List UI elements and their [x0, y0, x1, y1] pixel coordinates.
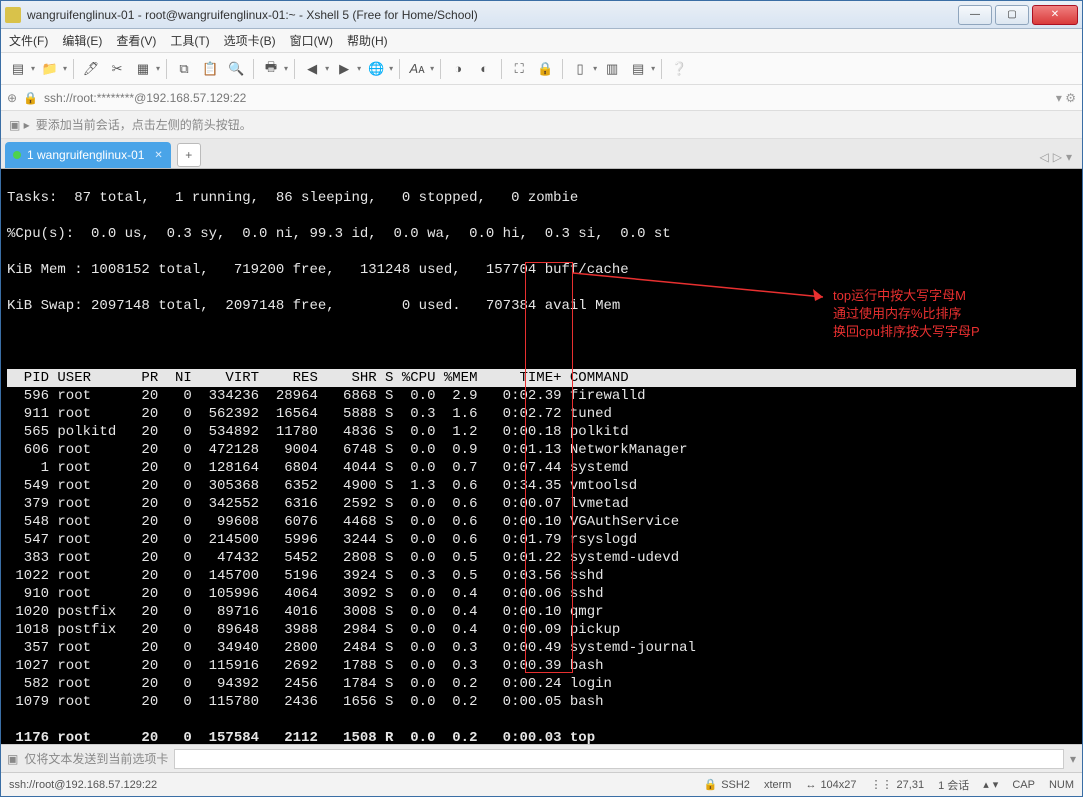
- process-row: 911 root 20 0 562392 16564 5888 S 0.3 1.…: [7, 405, 1076, 423]
- disconnect-button[interactable]: ✂: [106, 58, 128, 80]
- menu-view[interactable]: 查看(V): [116, 32, 156, 49]
- hint-text: 要添加当前会话，点击左侧的箭头按钮。: [36, 116, 252, 133]
- tab-close-icon[interactable]: ✕: [154, 150, 162, 161]
- close-button[interactable]: ✕: [1032, 5, 1078, 25]
- address-bar: ⊕ 🔒 ssh://root:********@192.168.57.129:2…: [1, 85, 1082, 111]
- process-row: 1022 root 20 0 145700 5196 3924 S 0.3 0.…: [7, 567, 1076, 585]
- status-url: ssh://root@192.168.57.129:22: [9, 779, 157, 791]
- top-cpu-line: %Cpu(s): 0.0 us, 0.3 sy, 0.0 ni, 99.3 id…: [7, 225, 1076, 243]
- send-icon[interactable]: ▣: [7, 752, 18, 766]
- top-tasks-line: Tasks: 87 total, 1 running, 86 sleeping,…: [7, 189, 1076, 207]
- process-row: 1020 postfix 20 0 89716 4016 3008 S 0.0 …: [7, 603, 1076, 621]
- menu-tabs[interactable]: 选项卡(B): [224, 32, 276, 49]
- status-num: NUM: [1049, 779, 1074, 791]
- minimize-button[interactable]: —: [958, 5, 992, 25]
- process-row-bold: 1176 root 20 0 157584 2112 1508 R 0.0 0.…: [7, 729, 1076, 744]
- menu-tools[interactable]: 工具(T): [170, 32, 209, 49]
- add-tab-button[interactable]: +: [177, 143, 201, 167]
- tab-label: 1 wangruifenglinux-01: [27, 148, 144, 162]
- status-bar: ssh://root@192.168.57.129:22 🔒 SSH2 xterm…: [1, 772, 1082, 796]
- paste-button[interactable]: 📋: [199, 58, 221, 80]
- process-row: 910 root 20 0 105996 4064 3092 S 0.0 0.4…: [7, 585, 1076, 603]
- status-pos: 27,31: [897, 779, 925, 791]
- ssh-icon: 🔒: [703, 778, 717, 791]
- layout1-button[interactable]: ▯: [569, 58, 591, 80]
- globe-button[interactable]: 🌐: [365, 58, 387, 80]
- send-input[interactable]: [174, 749, 1064, 769]
- color1-button[interactable]: ◑: [447, 58, 469, 80]
- menu-help[interactable]: 帮助(H): [347, 32, 388, 49]
- process-row: 379 root 20 0 342552 6316 2592 S 0.0 0.6…: [7, 495, 1076, 513]
- properties-button[interactable]: ▦: [132, 58, 154, 80]
- process-row: 1018 postfix 20 0 89648 3988 2984 S 0.0 …: [7, 621, 1076, 639]
- hint-icon[interactable]: ▣ ▸: [9, 118, 30, 132]
- annotation-text: top运行中按大写字母M 通过使用内存%比排序 换回cpu排序按大写字母P: [833, 287, 980, 341]
- print-button[interactable]: 🖶: [260, 58, 282, 80]
- process-row: 383 root 20 0 47432 5452 2808 S 0.0 0.5 …: [7, 549, 1076, 567]
- lock-button[interactable]: 🔒: [534, 58, 556, 80]
- font-button[interactable]: Aᴀ: [406, 58, 428, 80]
- layout2-button[interactable]: ▥: [601, 58, 623, 80]
- process-row: 357 root 20 0 34940 2800 2484 S 0.0 0.3 …: [7, 639, 1076, 657]
- reconnect-button[interactable]: 🖊: [80, 58, 102, 80]
- sessions-down-icon[interactable]: ▾: [993, 778, 999, 791]
- pos-icon: ⋮⋮: [871, 778, 893, 791]
- process-row: 1 root 20 0 128164 6804 4044 S 0.0 0.7 0…: [7, 459, 1076, 477]
- sessions-up-icon[interactable]: ▴: [983, 778, 989, 791]
- process-row: 549 root 20 0 305368 6352 4900 S 1.3 0.6…: [7, 477, 1076, 495]
- process-row: 582 root 20 0 94392 2456 1784 S 0.0 0.2 …: [7, 675, 1076, 693]
- process-row: 596 root 20 0 334236 28964 6868 S 0.0 2.…: [7, 387, 1076, 405]
- fullscreen-button[interactable]: ⛶: [508, 58, 530, 80]
- addrbar-add-icon[interactable]: ⊕: [7, 91, 17, 105]
- session-tab[interactable]: 1 wangruifenglinux-01 ✕: [5, 142, 171, 168]
- menu-file[interactable]: 文件(F): [9, 32, 48, 49]
- app-icon: [5, 7, 21, 23]
- hint-bar: ▣ ▸ 要添加当前会话，点击左侧的箭头按钮。: [1, 111, 1082, 139]
- copy-button[interactable]: ⧉: [173, 58, 195, 80]
- send-placeholder: 仅将文本发送到当前选项卡: [24, 750, 168, 767]
- process-row: 1079 root 20 0 115780 2436 1656 S 0.0 0.…: [7, 693, 1076, 711]
- top-header-row: PID USER PR NI VIRT RES SHR S %CPU %MEM …: [7, 369, 1076, 387]
- window-title: wangruifenglinux-01 - root@wangruifengli…: [27, 8, 955, 22]
- nav-fwd-button[interactable]: ▶: [333, 58, 355, 80]
- status-size: 104x27: [820, 779, 856, 791]
- addrbar-menu-icon[interactable]: ▾ ⚙: [1056, 91, 1076, 105]
- send-bar: ▣ 仅将文本发送到当前选项卡 ▾: [1, 744, 1082, 772]
- process-row: 606 root 20 0 472128 9004 6748 S 0.0 0.9…: [7, 441, 1076, 459]
- tab-menu-icon[interactable]: ▾: [1066, 150, 1072, 164]
- status-sessions: 1 会话: [938, 777, 969, 793]
- new-session-button[interactable]: ▤: [7, 58, 29, 80]
- menu-window[interactable]: 窗口(W): [290, 32, 333, 49]
- layout3-button[interactable]: ▤: [627, 58, 649, 80]
- nav-back-button[interactable]: ◀: [301, 58, 323, 80]
- tab-left-icon[interactable]: ◁: [1040, 150, 1049, 164]
- status-dot-icon: [13, 151, 21, 159]
- process-row: 1027 root 20 0 115916 2692 1788 S 0.0 0.…: [7, 657, 1076, 675]
- terminal[interactable]: Tasks: 87 total, 1 running, 86 sleeping,…: [1, 169, 1082, 744]
- maximize-button[interactable]: ▢: [995, 5, 1029, 25]
- color2-button[interactable]: ◐: [473, 58, 495, 80]
- find-button[interactable]: 🔍: [225, 58, 247, 80]
- status-ssh: SSH2: [721, 779, 750, 791]
- menubar: 文件(F) 编辑(E) 查看(V) 工具(T) 选项卡(B) 窗口(W) 帮助(…: [1, 29, 1082, 53]
- send-menu-icon[interactable]: ▾: [1070, 752, 1076, 766]
- help-button[interactable]: ❔: [668, 58, 690, 80]
- process-row: 548 root 20 0 99608 6076 4468 S 0.0 0.6 …: [7, 513, 1076, 531]
- process-row: 547 root 20 0 214500 5996 3244 S 0.0 0.6…: [7, 531, 1076, 549]
- status-cap: CAP: [1012, 779, 1035, 791]
- top-mem-line: KiB Mem : 1008152 total, 719200 free, 13…: [7, 261, 1076, 279]
- process-row: 565 polkitd 20 0 534892 11780 4836 S 0.0…: [7, 423, 1076, 441]
- toolbar: ▤▾ 📁▾ 🖊 ✂ ▦▾ ⧉ 📋 🔍 🖶▾ ◀▾ ▶▾ 🌐▾ Aᴀ▾ ◑ ◐ ⛶…: [1, 53, 1082, 85]
- tabs-row: 1 wangruifenglinux-01 ✕ + ◁ ▷ ▾: [1, 139, 1082, 169]
- open-button[interactable]: 📁: [39, 58, 61, 80]
- status-term: xterm: [764, 779, 792, 791]
- size-icon: ↔: [805, 779, 816, 791]
- titlebar: wangruifenglinux-01 - root@wangruifengli…: [1, 1, 1082, 29]
- address-url[interactable]: ssh://root:********@192.168.57.129:22: [44, 91, 1050, 105]
- tab-right-icon[interactable]: ▷: [1053, 150, 1062, 164]
- lock-icon: 🔒: [23, 91, 38, 105]
- menu-edit[interactable]: 编辑(E): [62, 32, 102, 49]
